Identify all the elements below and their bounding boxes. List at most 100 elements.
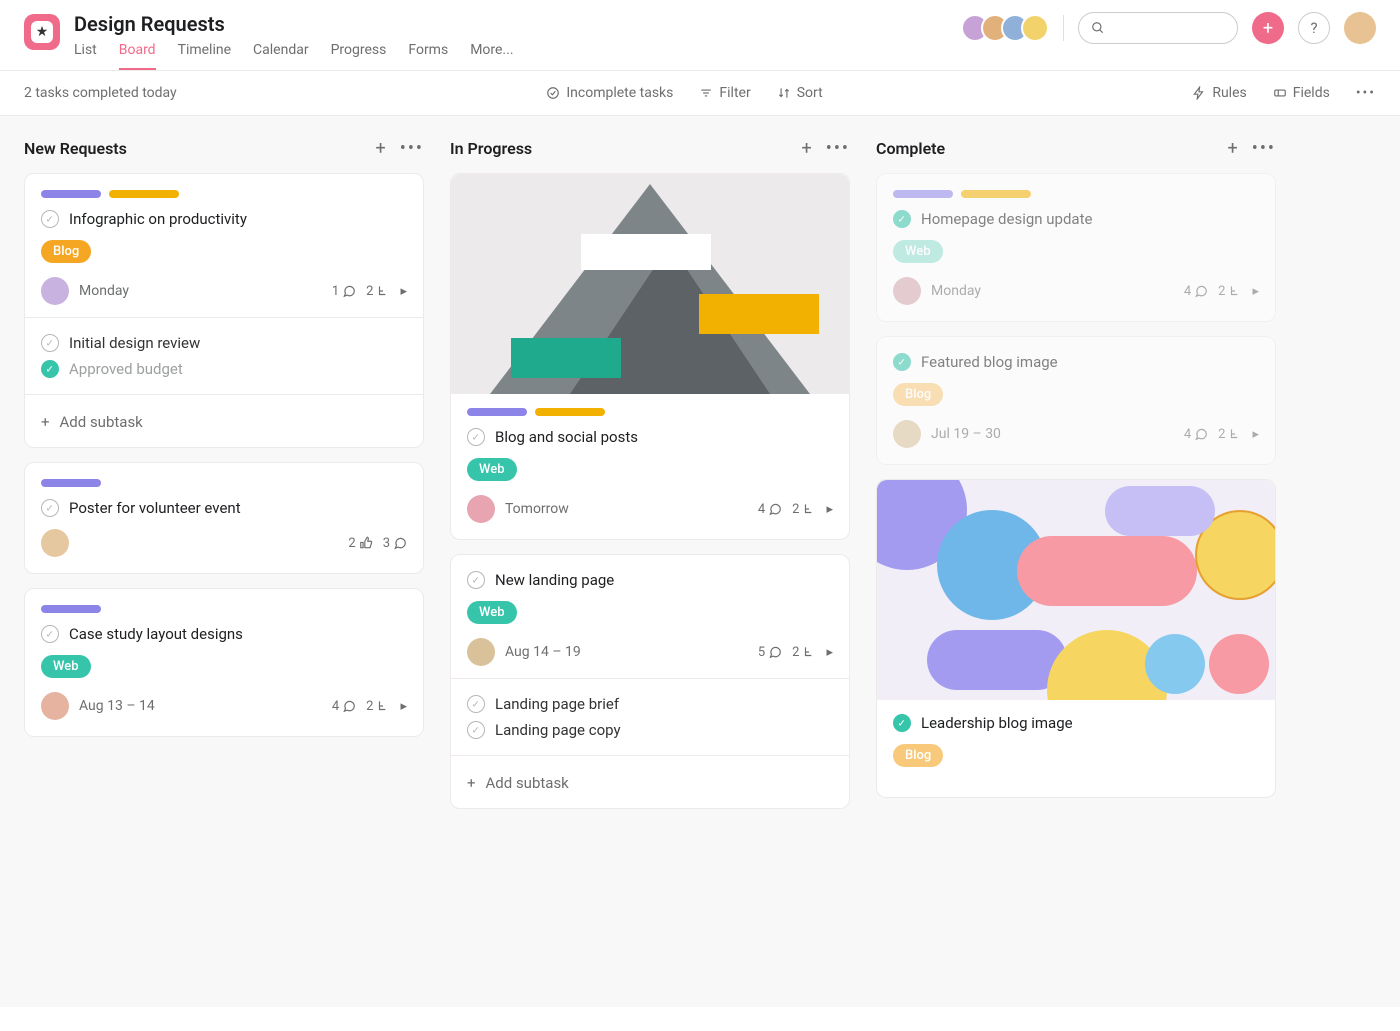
complete-checkbox[interactable] xyxy=(893,210,911,228)
tag-web[interactable]: Web xyxy=(467,601,517,624)
comment-count[interactable]: 4 xyxy=(1184,427,1208,442)
member-avatars[interactable] xyxy=(961,14,1049,42)
current-user-avatar[interactable] xyxy=(1344,12,1376,44)
assignee-avatar[interactable] xyxy=(467,495,495,523)
subtask-count[interactable]: 2 xyxy=(366,284,390,299)
tag-web[interactable]: Web xyxy=(467,458,517,481)
assignee-avatar[interactable] xyxy=(893,277,921,305)
complete-checkbox[interactable] xyxy=(467,571,485,589)
subtask-row[interactable]: Initial design review xyxy=(41,330,407,356)
global-add-button[interactable]: + xyxy=(1252,12,1284,44)
subtask-row[interactable]: Approved budget xyxy=(41,356,407,382)
task-card[interactable]: Poster for volunteer event 2 3 xyxy=(24,462,424,574)
comment-count[interactable]: 1 xyxy=(332,284,356,299)
comment-count[interactable]: 5 xyxy=(758,645,782,660)
rules-button[interactable]: Rules xyxy=(1192,85,1246,101)
tab-calendar[interactable]: Calendar xyxy=(253,42,309,70)
due-date[interactable]: Tomorrow xyxy=(505,501,569,517)
assignee-avatar[interactable] xyxy=(41,277,69,305)
tab-timeline[interactable]: Timeline xyxy=(178,42,231,70)
comment-count[interactable]: 4 xyxy=(332,699,356,714)
filter-button[interactable]: Filter xyxy=(699,85,750,101)
comment-count[interactable]: 4 xyxy=(758,502,782,517)
assignee-avatar[interactable] xyxy=(41,692,69,720)
help-button[interactable]: ? xyxy=(1298,12,1330,44)
assignee-avatar[interactable] xyxy=(467,638,495,666)
add-subtask-button[interactable]: +Add subtask xyxy=(467,768,833,792)
comment-count[interactable]: 4 xyxy=(1184,284,1208,299)
avatar[interactable] xyxy=(1021,14,1049,42)
search-input[interactable] xyxy=(1078,12,1238,44)
due-date[interactable]: Monday xyxy=(79,283,129,299)
complete-checkbox[interactable] xyxy=(41,360,59,378)
due-date[interactable]: Aug 13 – 14 xyxy=(79,698,155,714)
cover-image xyxy=(451,174,849,394)
complete-checkbox[interactable] xyxy=(41,334,59,352)
sort-icon xyxy=(777,86,791,100)
tab-list[interactable]: List xyxy=(74,42,97,70)
chevron-right-icon[interactable]: ▸ xyxy=(1252,284,1259,299)
chevron-right-icon[interactable]: ▸ xyxy=(400,284,407,299)
task-card[interactable]: Infographic on productivity Blog Monday … xyxy=(24,173,424,448)
task-card[interactable]: Homepage design update Web Monday 4 2 ▸ xyxy=(876,173,1276,322)
tab-board[interactable]: Board xyxy=(119,42,156,70)
complete-checkbox[interactable] xyxy=(893,353,911,371)
subtask-row[interactable]: Landing page copy xyxy=(467,717,833,743)
complete-checkbox[interactable] xyxy=(41,625,59,643)
subtask-count[interactable]: 2 xyxy=(792,502,816,517)
complete-checkbox[interactable] xyxy=(41,499,59,517)
complete-checkbox[interactable] xyxy=(893,714,911,732)
subtask-count[interactable]: 2 xyxy=(366,699,390,714)
task-card[interactable]: Blog and social posts Web Tomorrow 4 2 ▸ xyxy=(450,173,850,540)
subtask-count[interactable]: 2 xyxy=(792,645,816,660)
column-menu[interactable]: ••• xyxy=(400,138,424,159)
chevron-right-icon[interactable]: ▸ xyxy=(826,645,833,660)
subtask-row[interactable]: Landing page brief xyxy=(467,691,833,717)
project-icon[interactable]: ★ xyxy=(24,14,60,50)
add-task-button[interactable]: + xyxy=(802,138,812,159)
subtask-count[interactable]: 2 xyxy=(1218,427,1242,442)
tag-blog[interactable]: Blog xyxy=(41,240,91,263)
custom-field-pill xyxy=(109,190,179,198)
column-menu[interactable]: ••• xyxy=(826,138,850,159)
chevron-right-icon[interactable]: ▸ xyxy=(1252,427,1259,442)
tab-forms[interactable]: Forms xyxy=(408,42,448,70)
complete-checkbox[interactable] xyxy=(467,428,485,446)
task-card[interactable]: Leadership blog image Blog xyxy=(876,479,1276,798)
tag-blog[interactable]: Blog xyxy=(893,744,943,767)
incomplete-filter[interactable]: Incomplete tasks xyxy=(546,85,673,101)
more-menu[interactable]: ••• xyxy=(1356,85,1376,101)
sort-button[interactable]: Sort xyxy=(777,85,823,101)
tab-more[interactable]: More... xyxy=(470,42,513,70)
like-count[interactable]: 2 xyxy=(348,536,372,551)
project-title: Design Requests xyxy=(74,12,514,36)
due-date[interactable]: Jul 19 – 30 xyxy=(931,426,1001,442)
complete-checkbox[interactable] xyxy=(467,695,485,713)
task-card[interactable]: Case study layout designs Web Aug 13 – 1… xyxy=(24,588,424,737)
tag-blog[interactable]: Blog xyxy=(893,383,943,406)
tag-web[interactable]: Web xyxy=(41,655,91,678)
task-card[interactable]: New landing page Web Aug 14 – 19 5 2 ▸ L… xyxy=(450,554,850,809)
chevron-right-icon[interactable]: ▸ xyxy=(400,699,407,714)
column-menu[interactable]: ••• xyxy=(1252,138,1276,159)
assignee-avatar[interactable] xyxy=(41,529,69,557)
due-date[interactable]: Aug 14 – 19 xyxy=(505,644,581,660)
assignee-avatar[interactable] xyxy=(893,420,921,448)
complete-checkbox[interactable] xyxy=(467,721,485,739)
column-in-progress: In Progress + ••• Blog and social posts … xyxy=(450,138,850,985)
fields-button[interactable]: Fields xyxy=(1273,85,1330,101)
complete-checkbox[interactable] xyxy=(41,210,59,228)
tab-progress[interactable]: Progress xyxy=(331,42,387,70)
add-task-button[interactable]: + xyxy=(376,138,386,159)
task-card[interactable]: Featured blog image Blog Jul 19 – 30 4 2… xyxy=(876,336,1276,465)
comment-count[interactable]: 3 xyxy=(383,536,407,551)
plus-icon: + xyxy=(41,413,50,431)
add-subtask-button[interactable]: +Add subtask xyxy=(41,407,407,431)
add-task-button[interactable]: + xyxy=(1228,138,1238,159)
due-date[interactable]: Monday xyxy=(931,283,981,299)
subtask-count[interactable]: 2 xyxy=(1218,284,1242,299)
comment-icon xyxy=(768,645,782,659)
chevron-right-icon[interactable]: ▸ xyxy=(826,502,833,517)
tag-web[interactable]: Web xyxy=(893,240,943,263)
custom-field-pill xyxy=(41,479,101,487)
